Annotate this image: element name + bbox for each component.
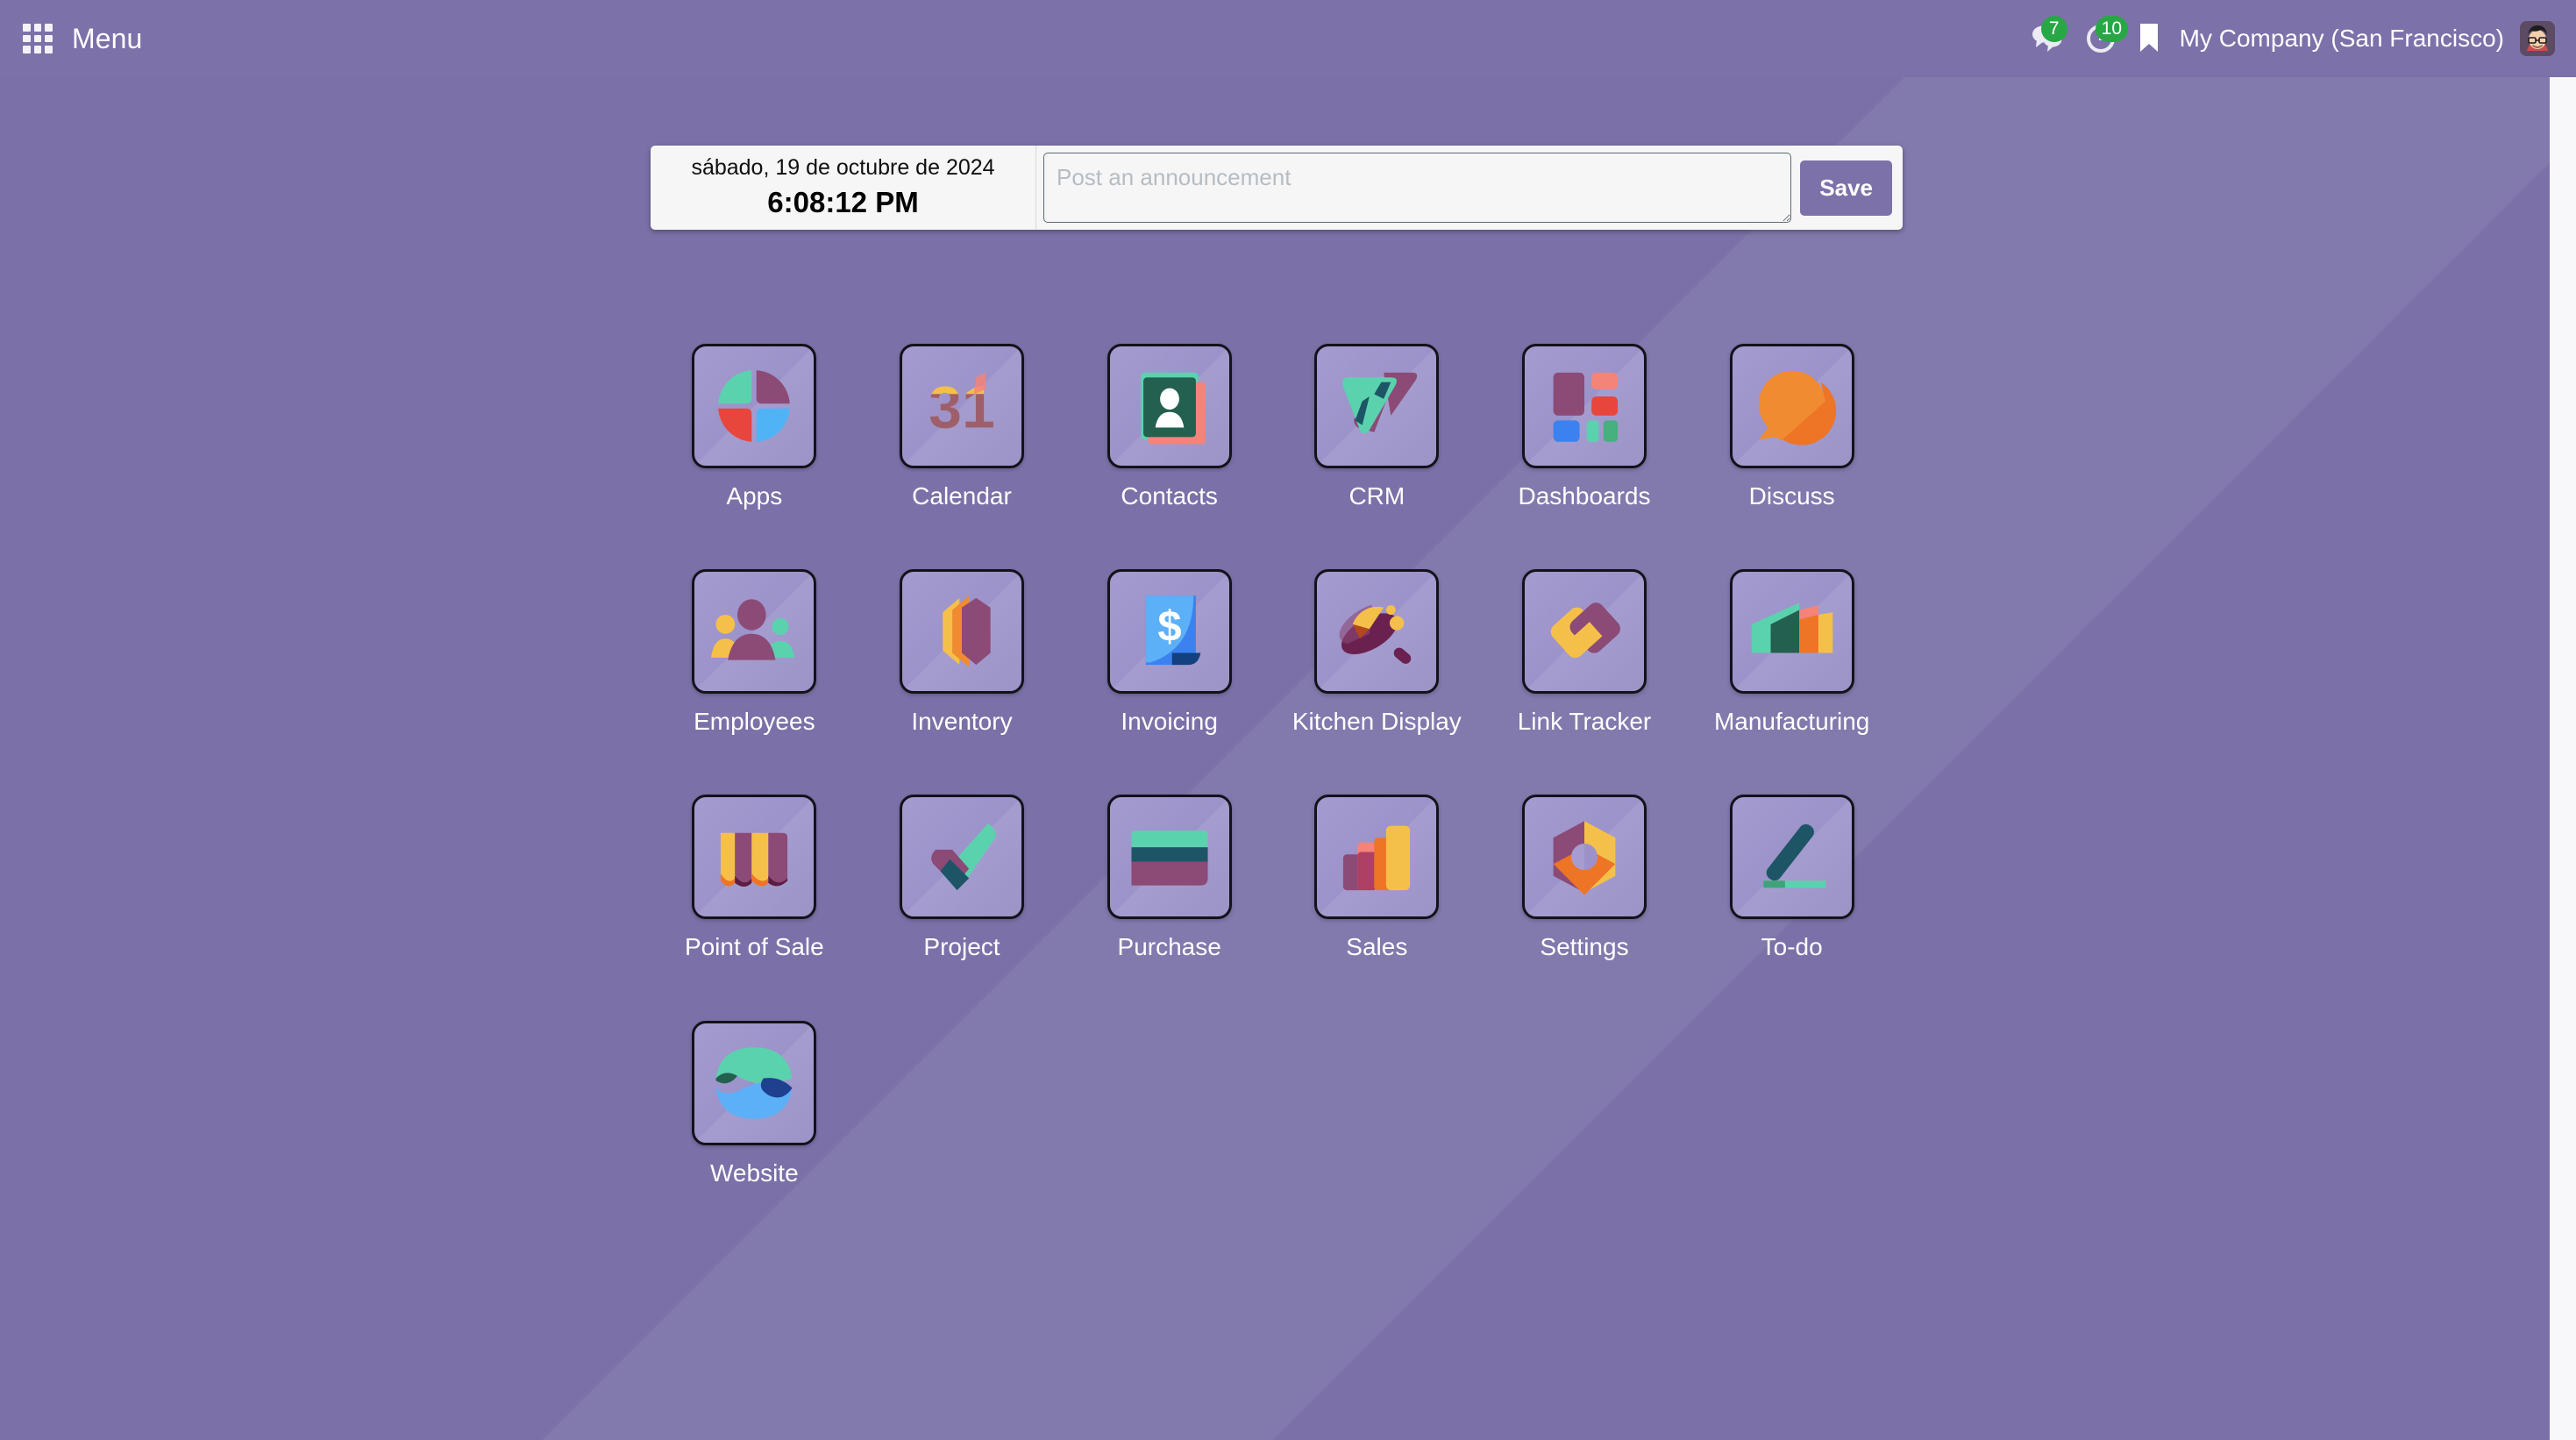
app-label: To-do xyxy=(1761,933,1823,961)
crm-arrow-icon xyxy=(1314,344,1440,468)
messages-badge: 7 xyxy=(2040,16,2067,42)
calendar-31-icon: 31 31 xyxy=(899,344,1024,468)
app-tile-discuss[interactable]: Discuss xyxy=(1688,344,1896,510)
app-tile-sales[interactable]: Sales xyxy=(1273,795,1481,961)
app-label: Apps xyxy=(726,482,783,510)
contacts-card-icon xyxy=(1107,344,1232,468)
datetime-block: sábado, 19 de octubre de 2024 6:08:12 PM xyxy=(651,146,1036,230)
announcement-bar: sábado, 19 de octubre de 2024 6:08:12 PM… xyxy=(651,146,1903,230)
app-label: Discuss xyxy=(1748,482,1835,510)
purchase-card-icon xyxy=(1107,795,1232,920)
todo-pen-icon xyxy=(1729,795,1854,920)
app-label: Contacts xyxy=(1121,482,1218,510)
navbar-left-section: Menu xyxy=(0,23,142,55)
app-label: Kitchen Display xyxy=(1292,708,1462,736)
app-label: Link Tracker xyxy=(1517,708,1652,736)
save-button[interactable]: Save xyxy=(1800,160,1892,216)
app-tile-point-of-sale[interactable]: Point of Sale xyxy=(651,795,858,961)
link-tracker-chain-icon xyxy=(1521,569,1647,695)
app-tile-purchase[interactable]: Purchase xyxy=(1065,795,1273,961)
dashboards-blocks-icon xyxy=(1521,344,1647,468)
bookmark-icon xyxy=(2139,24,2158,52)
app-tile-to-do[interactable]: To-do xyxy=(1688,795,1896,961)
app-tile-project[interactable]: Project xyxy=(858,795,1066,961)
employees-people-icon xyxy=(692,569,817,695)
app-label: Inventory xyxy=(911,708,1013,736)
app-tile-invoicing[interactable]: $ Invoicing xyxy=(1065,569,1273,736)
app-tile-inventory[interactable]: Inventory xyxy=(858,569,1066,736)
messages-button[interactable]: 7 xyxy=(2020,14,2074,63)
app-label: Employees xyxy=(694,708,815,736)
announcement-input-wrapper xyxy=(1036,146,1797,230)
menu-label[interactable]: Menu xyxy=(72,23,142,55)
discuss-bubble-icon xyxy=(1729,344,1854,468)
app-label: CRM xyxy=(1348,482,1405,510)
settings-hex-icon xyxy=(1521,795,1647,920)
app-label: Dashboards xyxy=(1518,482,1651,510)
inventory-box-icon xyxy=(899,569,1024,695)
app-tile-crm[interactable]: CRM xyxy=(1273,344,1481,510)
navbar-right-section: 7 10 My Company (San Francisco) xyxy=(2020,14,2576,63)
project-check-icon xyxy=(899,795,1024,920)
save-button-wrapper: Save xyxy=(1797,146,1903,230)
app-tile-employees[interactable]: Employees xyxy=(651,569,858,736)
activities-badge: 10 xyxy=(2095,16,2129,42)
top-navbar: Menu 7 10 My Company (San Francisco) xyxy=(0,0,2576,77)
invoicing-dollar-icon: $ xyxy=(1107,569,1232,695)
app-tile-apps[interactable]: Apps xyxy=(651,344,858,510)
app-tile-link-tracker[interactable]: Link Tracker xyxy=(1481,569,1689,736)
app-tile-dashboards[interactable]: Dashboards xyxy=(1481,344,1689,510)
kitchen-pan-icon xyxy=(1314,569,1440,695)
app-tile-contacts[interactable]: Contacts xyxy=(1065,344,1273,510)
app-label: Calendar xyxy=(912,482,1012,510)
app-tile-manufacturing[interactable]: Manufacturing xyxy=(1688,569,1896,736)
user-avatar xyxy=(2520,21,2555,56)
sales-bars-icon xyxy=(1314,795,1440,920)
pos-awning-icon xyxy=(692,795,817,920)
bookmark-button[interactable] xyxy=(2127,14,2171,63)
manufacturing-bars-icon xyxy=(1729,569,1854,695)
app-label: Point of Sale xyxy=(684,933,824,961)
app-tile-calendar[interactable]: 31 31 Calendar xyxy=(858,344,1066,510)
company-name[interactable]: My Company (San Francisco) xyxy=(2180,25,2504,53)
app-tile-kitchen-display[interactable]: Kitchen Display xyxy=(1273,569,1481,736)
svg-text:$: $ xyxy=(1157,603,1181,651)
app-label: Project xyxy=(923,933,1000,961)
app-label: Manufacturing xyxy=(1713,708,1870,736)
announcement-input[interactable] xyxy=(1043,153,1792,223)
app-tile-settings[interactable]: Settings xyxy=(1481,795,1689,961)
website-globe-icon xyxy=(692,1020,817,1145)
avatar[interactable] xyxy=(2520,21,2555,56)
vertical-scrollbar[interactable] xyxy=(2550,77,2576,1440)
app-label: Website xyxy=(710,1158,799,1187)
app-label: Purchase xyxy=(1117,933,1221,961)
apps-pie-icon xyxy=(692,344,817,468)
app-label: Sales xyxy=(1346,933,1408,961)
app-grid: Apps 31 31 Calendar Contacts CRM Dashboa… xyxy=(651,344,1896,1187)
activities-button[interactable]: 10 xyxy=(2074,14,2129,63)
app-label: Settings xyxy=(1540,933,1629,961)
current-date: sábado, 19 de octubre de 2024 xyxy=(691,155,995,181)
app-label: Invoicing xyxy=(1121,708,1218,736)
grid-apps-icon[interactable] xyxy=(23,24,53,53)
app-tile-website[interactable]: Website xyxy=(651,1020,858,1187)
current-time: 6:08:12 PM xyxy=(767,186,919,219)
